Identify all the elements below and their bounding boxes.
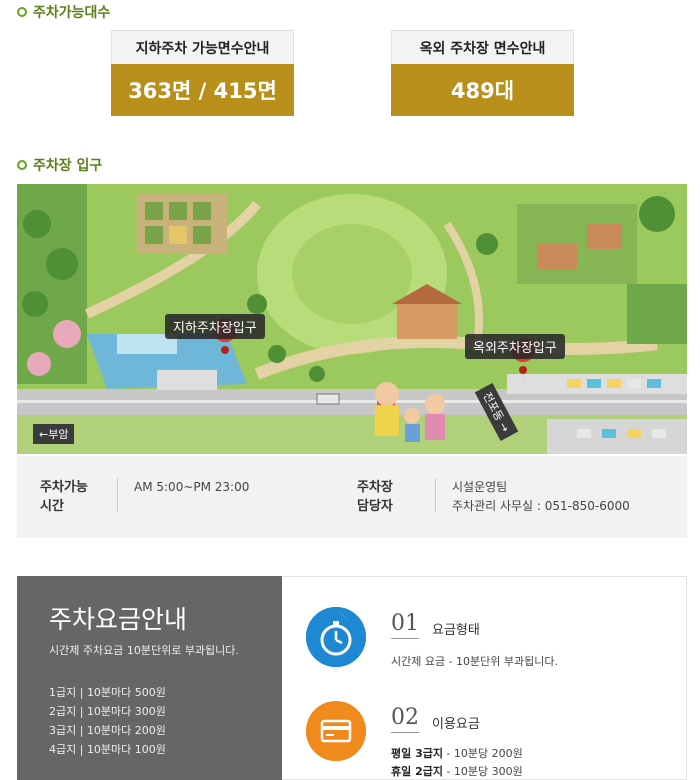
hours-value: AM 5:00~PM 23:00	[134, 480, 250, 494]
bullet-icon	[17, 160, 27, 170]
divider	[435, 478, 436, 512]
fee-item-title-1: 요금형태	[432, 623, 480, 638]
outdoor-capacity-value: 489대	[391, 64, 574, 116]
card-icon	[306, 701, 366, 761]
hours-label: 주차가능 시간	[40, 480, 88, 514]
fee-item-number-2: 02	[391, 705, 419, 733]
fee-item-title-2: 이용요금	[432, 717, 480, 732]
stopwatch-icon	[306, 607, 366, 667]
fee-guide-panel: 주차요금안내 시간제 주차요금 10분단위로 부과됩니다. 1급지 | 10분마…	[17, 576, 282, 780]
fee-detail-panel: 01 요금형태 시간제 요금 - 10분단위 부과됩니다. 02 이용요금 평일…	[282, 576, 687, 780]
fee-tier-3: 3급지 | 10분마다 200원	[49, 724, 166, 737]
fee-item-desc-2b: 휴일 2급지 - 10분당 300원	[391, 765, 523, 778]
fee-guide-desc: 시간제 주차요금 10분단위로 부과됩니다.	[49, 644, 239, 657]
fee-tier-2: 2급지 | 10분마다 300원	[49, 705, 166, 718]
divider	[117, 478, 118, 512]
outdoor-capacity-label: 옥외 주차장 면수안내	[391, 30, 574, 64]
outdoor-capacity-card: 옥외 주차장 면수안내 489대	[391, 30, 574, 116]
pin-label-outdoor[interactable]: 옥외주차장입구	[465, 334, 565, 359]
manager-value: 시설운영팀 주차관리 사무실 : 051-850-6000	[452, 480, 630, 513]
manager-label: 주차장 담당자	[357, 480, 393, 514]
parking-info-box: 주차가능 시간 AM 5:00~PM 23:00 주차장 담당자 시설운영팀 주…	[17, 456, 687, 538]
underground-capacity-value: 363면 / 415면	[111, 64, 294, 116]
section-title-entrance: 주차장 입구	[17, 155, 102, 175]
fee-guide-title: 주차요금안내	[49, 605, 188, 634]
park-illustration	[17, 184, 687, 454]
pin-label-underground[interactable]: 지하주차장입구	[165, 314, 265, 339]
parking-map[interactable]: 지하주차장입구 옥외주차장입구 ←부암 전포동 →	[17, 184, 687, 454]
section-title-capacity: 주차가능대수	[17, 2, 110, 22]
fee-item-desc-1: 시간제 요금 - 10분단위 부과됩니다.	[391, 655, 559, 668]
fee-tier-1: 1급지 | 10분마다 500원	[49, 686, 166, 699]
underground-capacity-card: 지하주차 가능면수안내 363면 / 415면	[111, 30, 294, 116]
direction-bualm: ←부암	[33, 424, 75, 444]
fee-item-number-1: 01	[391, 611, 419, 639]
underground-capacity-label: 지하주차 가능면수안내	[111, 30, 294, 64]
fee-tier-4: 4급지 | 10분마다 100원	[49, 743, 166, 756]
bullet-icon	[17, 7, 27, 17]
fee-item-desc-2a: 평일 3급지 - 10분당 200원	[391, 747, 523, 760]
